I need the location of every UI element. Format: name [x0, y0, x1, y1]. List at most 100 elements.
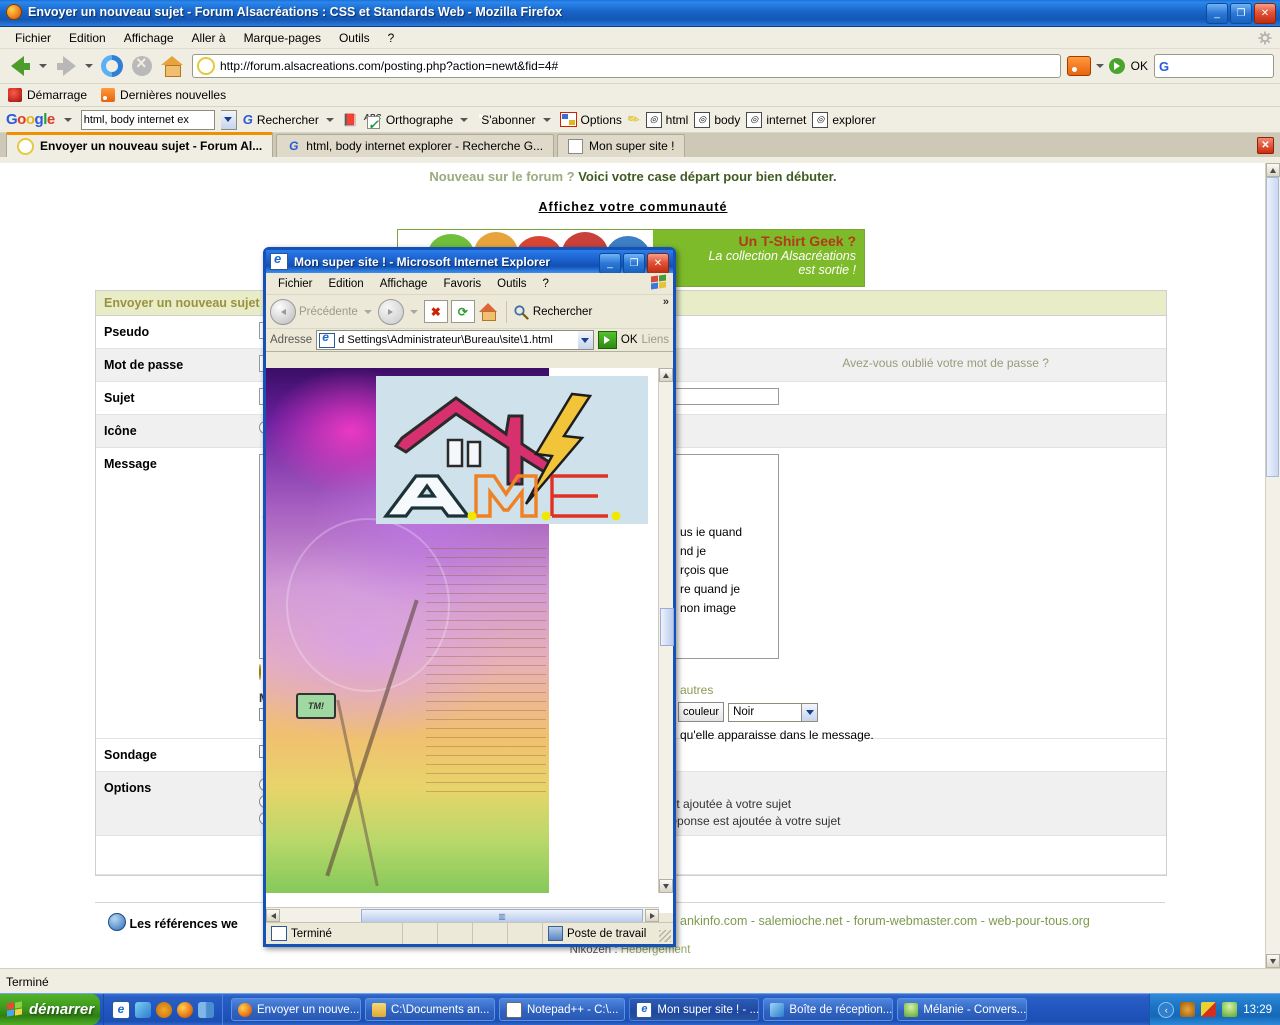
- task-messenger[interactable]: Mélanie - Convers...: [897, 998, 1028, 1021]
- stop-button[interactable]: [128, 52, 156, 80]
- rss-feed-icon[interactable]: [1066, 56, 1091, 76]
- tray-icon-2[interactable]: [1201, 1002, 1217, 1017]
- tray-icon-3[interactable]: [1222, 1002, 1238, 1017]
- ie-icon[interactable]: e: [112, 1000, 130, 1019]
- close-button[interactable]: ✕: [1254, 3, 1276, 24]
- go-button[interactable]: [1108, 58, 1125, 74]
- ie-menu-outils[interactable]: Outils: [489, 276, 534, 292]
- tab-mon-super-site[interactable]: Mon super site !: [557, 134, 686, 157]
- ie-stop-button[interactable]: ✖: [423, 300, 448, 323]
- google-bookmarks-icon[interactable]: 📕: [343, 113, 358, 127]
- ie-forward-dropdown-icon[interactable]: [409, 309, 418, 314]
- ie-scroll-down-button[interactable]: [659, 879, 673, 893]
- google-orthographe-button[interactable]: ABC✓ Orthographe: [364, 113, 471, 132]
- start-button[interactable]: démarrer: [0, 994, 100, 1025]
- maximize-button[interactable]: ❐: [1230, 3, 1252, 24]
- colour-row[interactable]: couleur Noir: [678, 702, 819, 722]
- highlight-term-internet[interactable]: ◎ internet: [746, 111, 806, 128]
- ie-forward-button[interactable]: [377, 298, 404, 325]
- home-button[interactable]: [158, 52, 186, 80]
- close-tab-button[interactable]: ✕: [1257, 137, 1274, 154]
- ie-menu-affichage[interactable]: Affichage: [372, 276, 436, 292]
- back-button[interactable]: [6, 52, 34, 80]
- forgot-password-hint[interactable]: Avez-vous oublié votre mot de passe ?: [842, 356, 1049, 370]
- chevron-down-icon[interactable]: [325, 117, 334, 122]
- task-explorer-folder[interactable]: C:\Documents an...: [365, 998, 495, 1021]
- reload-button[interactable]: [98, 52, 126, 80]
- ie-address-input[interactable]: d Settings\Administrateur\Bureau\site\1.…: [316, 330, 594, 350]
- ie-maximize-button[interactable]: ❐: [623, 253, 645, 274]
- url-ok-label[interactable]: OK: [1127, 59, 1152, 73]
- menu-aller-a[interactable]: Aller à: [183, 29, 235, 47]
- ie-horizontal-scrollbar[interactable]: ▥: [266, 907, 659, 923]
- ie-search-button[interactable]: Rechercher: [513, 304, 592, 320]
- menu-affichage[interactable]: Affichage: [115, 29, 183, 47]
- bookmark-demarrage[interactable]: Démarrage: [8, 88, 87, 102]
- ie-vertical-scrollbar[interactable]: [658, 368, 674, 893]
- colour-button[interactable]: couleur: [678, 702, 725, 722]
- ie-go-button[interactable]: [597, 331, 617, 349]
- task-mail[interactable]: Boîte de réception...: [763, 998, 894, 1021]
- menu-edition[interactable]: Edition: [60, 29, 115, 47]
- ie-menu-fichier[interactable]: Fichier: [270, 276, 321, 292]
- bookmark-dernieres-nouvelles[interactable]: Dernières nouvelles: [101, 88, 226, 102]
- tab-forum-posting[interactable]: Envoyer un nouveau sujet - Forum Al...: [6, 132, 274, 157]
- chevron-down-icon[interactable]: [801, 703, 818, 721]
- chevron-down-icon[interactable]: [460, 117, 469, 122]
- task-internet-explorer[interactable]: e Mon super site ! - ...: [629, 998, 760, 1021]
- search-bar[interactable]: G: [1154, 54, 1274, 78]
- internet-explorer-window[interactable]: Mon super site ! - Microsoft Internet Ex…: [263, 247, 676, 947]
- show-desktop-icon[interactable]: [198, 1001, 214, 1018]
- ie-menu-favoris[interactable]: Favoris: [435, 276, 489, 292]
- forward-dropdown-icon[interactable]: [85, 64, 93, 68]
- menu-fichier[interactable]: Fichier: [6, 29, 60, 47]
- outlook-icon[interactable]: [135, 1001, 151, 1018]
- ie-close-button[interactable]: ✕: [647, 253, 669, 274]
- tray-icon-1[interactable]: [1180, 1002, 1196, 1017]
- ie-menu-help[interactable]: ?: [535, 276, 557, 292]
- scroll-down-button[interactable]: [1266, 954, 1280, 968]
- highlight-term-body[interactable]: ◎ body: [694, 111, 740, 128]
- ie-links-label[interactable]: Liens: [642, 334, 670, 346]
- ie-scroll-right-button[interactable]: [645, 909, 659, 922]
- ie-address-dropdown[interactable]: [577, 331, 593, 349]
- smiley-icon[interactable]: [259, 664, 261, 680]
- forward-button[interactable]: [52, 52, 80, 80]
- ie-hscroll-thumb[interactable]: ▥: [361, 909, 643, 923]
- google-search-input[interactable]: html, body internet ex: [80, 109, 215, 130]
- ie-menu-edition[interactable]: Edition: [321, 276, 372, 292]
- menu-marque-pages[interactable]: Marque-pages: [235, 29, 330, 47]
- media-player-icon[interactable]: [156, 1001, 172, 1018]
- page-scrollbar[interactable]: [1265, 163, 1280, 968]
- ie-scroll-left-button[interactable]: [266, 909, 280, 922]
- scroll-up-button[interactable]: [1266, 163, 1280, 177]
- rss-dropdown-icon[interactable]: [1095, 64, 1104, 68]
- minimize-button[interactable]: _: [1206, 3, 1228, 24]
- url-bar[interactable]: http://forum.alsacreations.com/posting.p…: [192, 54, 1061, 78]
- colour-select[interactable]: Noir: [728, 702, 819, 722]
- clock[interactable]: 13:29: [1243, 1004, 1272, 1016]
- footer-links[interactable]: ankinfo.com - salemioche.net - forum-web…: [680, 914, 1090, 928]
- google-search-dropdown[interactable]: [220, 109, 237, 130]
- task-firefox[interactable]: Envoyer un nouve...: [231, 998, 361, 1021]
- firefox-icon[interactable]: [177, 1001, 193, 1018]
- task-notepadpp[interactable]: Notepad++ - C:\...: [499, 998, 626, 1021]
- resize-grip[interactable]: [659, 930, 671, 942]
- menu-outils[interactable]: Outils: [330, 29, 379, 47]
- highlight-term-explorer[interactable]: ◎ explorer: [812, 111, 876, 128]
- google-sabonner-button[interactable]: S'abonner: [477, 113, 553, 127]
- ie-refresh-button[interactable]: ⟳: [450, 300, 475, 323]
- tab-google-search[interactable]: G html, body internet explorer - Recherc…: [276, 134, 555, 157]
- ie-minimize-button[interactable]: _: [599, 253, 621, 274]
- menu-help[interactable]: ?: [379, 29, 404, 47]
- back-dropdown-icon[interactable]: [39, 64, 47, 68]
- google-menu-icon[interactable]: [63, 117, 72, 122]
- highlight-term-html[interactable]: ◎ html: [645, 111, 688, 128]
- scroll-thumb[interactable]: [1266, 177, 1279, 477]
- toolbar-overflow-icon[interactable]: »: [663, 296, 669, 308]
- chevron-down-icon[interactable]: [542, 117, 551, 122]
- highlight-pencil-icon[interactable]: ✎: [624, 109, 643, 130]
- show-hidden-icons-button[interactable]: ‹: [1158, 1001, 1175, 1018]
- google-rechercher-button[interactable]: G Rechercher: [243, 112, 337, 127]
- ie-vscroll-thumb[interactable]: [660, 608, 674, 646]
